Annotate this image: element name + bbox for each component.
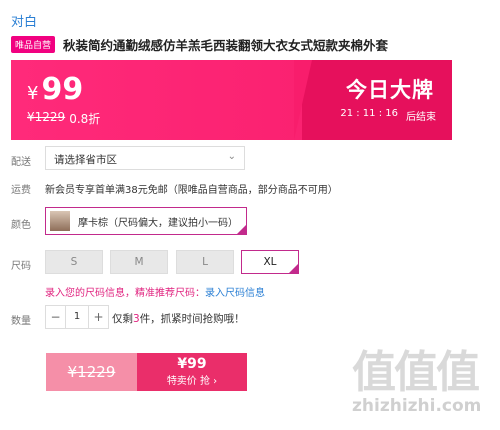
color-swatch-thumbnail bbox=[50, 211, 70, 231]
quantity-value[interactable]: 1 bbox=[65, 306, 89, 328]
watermark-logo: 值值值 bbox=[352, 347, 480, 398]
size-hint: 录入您的尺码信息，精准推荐尺码：录入尺码信息 bbox=[45, 284, 265, 299]
size-label: 尺码 bbox=[11, 261, 31, 272]
self-operated-badge: 唯品自营 bbox=[11, 36, 56, 53]
buy-original-price: ¥1229 bbox=[46, 353, 137, 391]
original-price: ¥1229 bbox=[27, 110, 66, 124]
deal-title: 今日大牌 bbox=[346, 78, 434, 102]
shipping-label: 运费 bbox=[11, 185, 31, 196]
buy-label: 特卖价 抢 › bbox=[166, 376, 218, 387]
watermark-url: zhizhizhi.com bbox=[352, 396, 482, 416]
quantity-stepper: − 1 + bbox=[45, 305, 109, 329]
title-row: 唯品自营 秋装简约通勤绒感仿羊羔毛西装翻领大衣女式短款夹棉外套 bbox=[11, 35, 491, 54]
shipping-info: 新会员专享首单满38元免邮（限唯品自营商品，部分商品不可用） bbox=[45, 185, 338, 196]
stock-prefix: 仅剩 bbox=[112, 313, 133, 325]
region-select[interactable]: 请选择省市区 ⌄ bbox=[45, 146, 245, 170]
current-price: ¥ 99 bbox=[27, 72, 83, 107]
selected-check-icon bbox=[288, 263, 299, 274]
currency-symbol: ¥ bbox=[27, 83, 39, 104]
banner-notch bbox=[294, 60, 312, 140]
product-title: 秋装简约通勤绒感仿羊羔毛西装翻领大衣女式短款夹棉外套 bbox=[63, 38, 389, 53]
region-placeholder: 请选择省市区 bbox=[54, 154, 117, 166]
chevron-down-icon: ⌄ bbox=[227, 151, 236, 162]
countdown-suffix: 后结束 bbox=[406, 112, 436, 123]
brand-link[interactable]: 对白 bbox=[11, 11, 37, 30]
stock-notice: 仅剩3件，抓紧时间抢购哦！ bbox=[112, 311, 245, 326]
size-hint-text: 录入您的尺码信息，精准推荐尺码： bbox=[45, 288, 205, 299]
size-input-link[interactable]: 录入尺码信息 bbox=[205, 288, 265, 299]
size-option-xl[interactable]: XL bbox=[241, 250, 299, 274]
countdown: 21 : 11 : 16 后结束 bbox=[340, 108, 436, 123]
price-value: 99 bbox=[41, 72, 84, 107]
buy-action[interactable]: ¥99 特卖价 抢 › bbox=[137, 353, 247, 391]
price-sub: ¥1229 0.8折 bbox=[27, 110, 100, 127]
size-option-xl-label: XL bbox=[263, 256, 277, 268]
color-option-mocha[interactable]: 摩卡棕（尺码偏大，建议拍小一码） bbox=[45, 207, 247, 235]
delivery-label: 配送 bbox=[11, 157, 31, 168]
stock-suffix: 件，抓紧时间抢购哦！ bbox=[139, 313, 245, 325]
buy-original-price-value: ¥1229 bbox=[67, 363, 116, 381]
increment-button[interactable]: + bbox=[89, 306, 108, 328]
selected-check-icon bbox=[236, 224, 247, 235]
discount-rate: 0.8折 bbox=[69, 112, 101, 126]
size-option-m[interactable]: M bbox=[110, 250, 168, 274]
buy-button[interactable]: ¥1229 ¥99 特卖价 抢 › bbox=[46, 353, 247, 391]
stock-count: 3 bbox=[133, 313, 140, 325]
size-option-s[interactable]: S bbox=[45, 250, 103, 274]
price-banner: ¥ 99 ¥1229 0.8折 今日大牌 21 : 11 : 16 后结束 bbox=[11, 60, 452, 140]
color-option-label: 摩卡棕（尺码偏大，建议拍小一码） bbox=[78, 217, 238, 229]
quantity-label: 数量 bbox=[11, 316, 31, 327]
countdown-timer: 21 : 11 : 16 bbox=[340, 108, 398, 119]
decrement-button[interactable]: − bbox=[46, 306, 65, 328]
buy-price: ¥99 bbox=[177, 356, 207, 372]
size-option-l[interactable]: L bbox=[176, 250, 234, 274]
color-label: 颜色 bbox=[11, 220, 31, 231]
